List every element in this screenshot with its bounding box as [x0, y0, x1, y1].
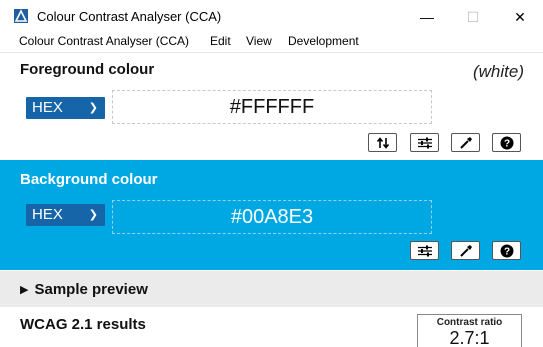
foreground-section: Foreground colour (white) HEX ❯ #FFFFFF	[0, 52, 543, 160]
foreground-eyedropper-button[interactable]	[451, 133, 480, 152]
background-format-select[interactable]: HEX ❯	[26, 204, 105, 226]
swap-colours-button[interactable]	[368, 133, 397, 152]
contrast-ratio-label: Contrast ratio	[436, 317, 503, 328]
menu-bar: Colour Contrast Analyser (CCA) Edit View…	[0, 32, 543, 52]
menu-item-app[interactable]: Colour Contrast Analyser (CCA)	[19, 34, 189, 48]
foreground-colour-name: (white)	[472, 62, 524, 81]
background-help-button[interactable]: ?	[492, 241, 521, 260]
eyedropper-icon	[459, 244, 473, 258]
title-bar: Colour Contrast Analyser (CCA) — ☐ ✕	[0, 0, 543, 32]
maximize-button[interactable]: ☐	[450, 3, 496, 31]
help-icon: ?	[500, 136, 514, 150]
background-eyedropper-button[interactable]	[451, 241, 480, 260]
contrast-ratio-value: 2.7:1	[449, 328, 490, 347]
sample-preview-text: Sample preview	[34, 281, 148, 298]
background-hex-input[interactable]: #00A8E3	[112, 200, 432, 234]
background-section: Background colour HEX ❯ #00A8E3 ?	[0, 160, 543, 270]
close-button[interactable]: ✕	[497, 3, 543, 31]
window-title: Colour Contrast Analyser (CCA)	[37, 9, 222, 24]
eyedropper-icon	[459, 136, 473, 150]
chevron-down-icon: ❯	[88, 102, 98, 114]
expand-triangle-icon: ▶	[20, 284, 29, 296]
svg-text:?: ?	[503, 246, 509, 257]
minimize-button[interactable]: —	[404, 3, 450, 31]
background-format-value: HEX	[32, 206, 63, 223]
menu-item-view[interactable]: View	[246, 34, 272, 48]
svg-text:?: ?	[503, 138, 509, 149]
foreground-format-value: HEX	[32, 99, 63, 116]
results-title: WCAG 2.1 results	[20, 316, 146, 333]
sample-preview-label: ▶ Sample preview	[20, 281, 148, 298]
menu-item-edit[interactable]: Edit	[210, 34, 231, 48]
foreground-format-select[interactable]: HEX ❯	[26, 97, 105, 119]
foreground-title: Foreground colour	[20, 61, 155, 78]
app-logo-icon	[14, 9, 28, 23]
background-sliders-button[interactable]	[410, 241, 439, 260]
sliders-icon	[417, 245, 433, 257]
sample-preview-toggle[interactable]: ▶ Sample preview	[0, 271, 543, 307]
swap-icon	[376, 136, 390, 149]
menu-item-development[interactable]: Development	[288, 34, 359, 48]
foreground-hex-input[interactable]: #FFFFFF	[112, 90, 432, 124]
help-icon: ?	[500, 244, 514, 258]
contrast-ratio-box: Contrast ratio 2.7:1	[417, 314, 522, 347]
results-section: WCAG 2.1 results Contrast ratio 2.7:1	[0, 307, 543, 347]
chevron-down-icon: ❯	[88, 209, 98, 221]
foreground-sliders-button[interactable]	[410, 133, 439, 152]
foreground-help-button[interactable]: ?	[492, 133, 521, 152]
sliders-icon	[417, 137, 433, 149]
background-title: Background colour	[20, 171, 158, 188]
